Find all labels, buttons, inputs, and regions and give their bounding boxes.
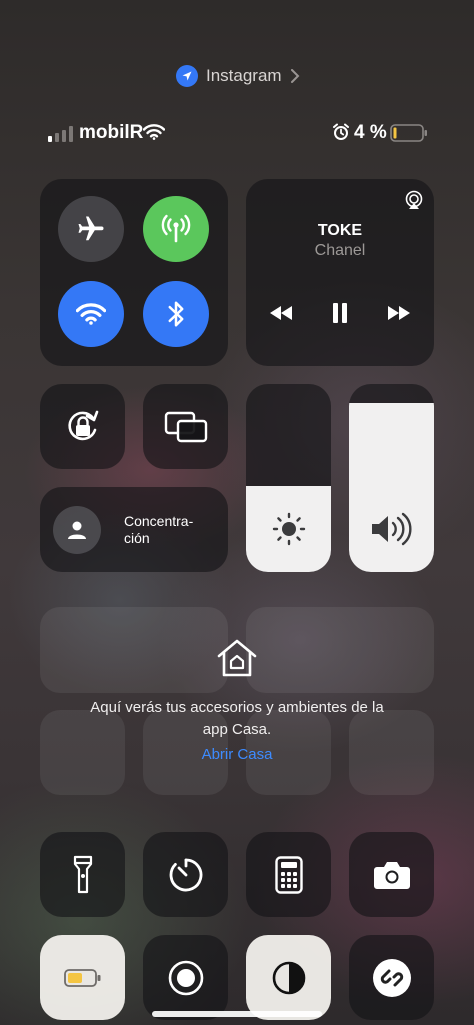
connectivity-module (40, 179, 228, 366)
fast-forward-icon (386, 305, 412, 321)
carrier-name: mobilR (79, 122, 144, 143)
battery-icon (390, 124, 428, 142)
wifi-toggle[interactable] (58, 281, 124, 347)
open-home-link[interactable]: Abrir Casa (137, 746, 337, 763)
airplane-mode-toggle[interactable] (58, 196, 124, 262)
track-artist: Chanel (314, 242, 366, 259)
signal-strength-icon (48, 126, 74, 142)
now-playing-module[interactable]: TOKE Chanel (246, 179, 434, 366)
status-bar: mobilR 4 % (0, 118, 474, 148)
calculator-icon (274, 855, 303, 894)
chevron-right-icon (290, 69, 300, 83)
recent-app-name: Instagram (206, 66, 282, 85)
rotation-lock-icon (62, 406, 104, 448)
home-empty-message: Aquí verás tus accesorios y ambientes de… (90, 699, 384, 738)
home-placeholder-tile (246, 607, 434, 693)
recent-app-indicator[interactable]: Instagram (176, 62, 300, 90)
fast-forward-button[interactable] (382, 299, 416, 327)
home-icon (216, 638, 258, 678)
focus-label: Concentra- ción (124, 513, 194, 546)
contrast-icon (271, 960, 307, 996)
battery-low-icon (63, 968, 102, 988)
screen-mirroring-button[interactable] (143, 384, 228, 469)
focus-avatar (53, 506, 101, 554)
bluetooth-icon (165, 299, 187, 329)
screen-mirroring-icon (164, 411, 208, 443)
focus-button[interactable]: Concentra- ción (40, 487, 228, 572)
volume-fill (349, 403, 434, 572)
screen-recording-button[interactable] (143, 935, 228, 1020)
volume-slider[interactable] (349, 384, 434, 572)
shazam-icon (372, 958, 412, 998)
location-arrow-icon (176, 65, 198, 87)
person-icon (67, 520, 87, 540)
record-icon (167, 959, 205, 997)
track-title: TOKE (317, 222, 363, 239)
speaker-icon (369, 512, 415, 546)
cellular-data-toggle[interactable] (143, 196, 209, 262)
airplay-icon[interactable] (404, 190, 424, 210)
flashlight-button[interactable] (40, 832, 125, 917)
pause-icon (332, 302, 348, 324)
battery-percent: 4 % (354, 122, 387, 143)
airplane-icon (76, 214, 106, 244)
flashlight-icon (73, 855, 93, 895)
timer-icon (168, 857, 204, 893)
bluetooth-toggle[interactable] (143, 281, 209, 347)
low-power-mode-button[interactable] (40, 935, 125, 1020)
cellular-antenna-icon (159, 212, 193, 246)
calculator-button[interactable] (246, 832, 331, 917)
wifi-status-icon (143, 124, 165, 140)
dark-mode-button[interactable] (246, 935, 331, 1020)
home-placeholder-tile (40, 607, 228, 693)
camera-icon (373, 860, 411, 890)
pause-button[interactable] (324, 298, 356, 328)
shazam-button[interactable] (349, 935, 434, 1020)
orientation-lock-button[interactable] (40, 384, 125, 469)
timer-button[interactable] (143, 832, 228, 917)
camera-button[interactable] (349, 832, 434, 917)
brightness-slider[interactable] (246, 384, 331, 572)
home-indicator[interactable] (152, 1011, 322, 1017)
rewind-icon (268, 305, 294, 321)
sun-icon (272, 512, 306, 546)
rewind-button[interactable] (264, 299, 298, 327)
alarm-icon (332, 123, 350, 141)
wifi-icon (76, 302, 106, 326)
